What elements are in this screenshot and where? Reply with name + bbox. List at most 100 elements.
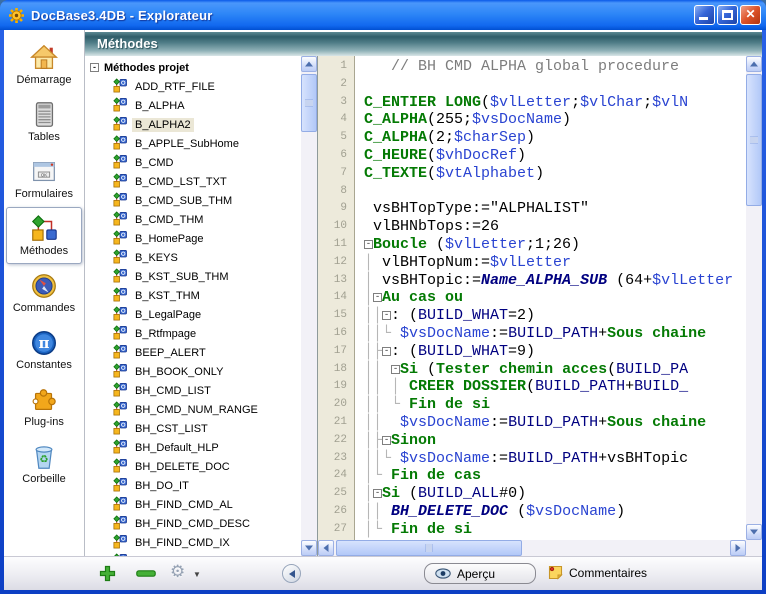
tree-list[interactable]: -Méthodes projetADD_RTF_FILEB_ALPHAB_ALP… <box>86 59 301 556</box>
tree-item[interactable]: B_HomePage <box>86 230 301 249</box>
code-line[interactable]: vsBHTopType:="ALPHALIST" <box>364 200 746 218</box>
fold-toggle-icon[interactable]: - <box>382 436 391 445</box>
code-line[interactable]: C_ENTIER LONG($vlLetter;$vlChar;$vlN <box>364 94 746 112</box>
options-gear-button[interactable]: ⚙ <box>170 562 185 582</box>
code-line[interactable]: ││ └ Fin de si <box>364 396 746 414</box>
maximize-icon <box>722 10 733 20</box>
tree-item[interactable]: B_CMD <box>86 154 301 173</box>
code-line[interactable]: C_HEURE($vhDocRef) <box>364 147 746 165</box>
code-line[interactable]: │ vsBHTopic:=Name_ALPHA_SUB (64+$vlLette… <box>364 272 746 290</box>
code-line[interactable]: │ vlBHTopNum:=$vlLetter <box>364 254 746 272</box>
line-number: 11 <box>318 236 354 254</box>
code-line[interactable]: -Boucle ($vlLetter;1;26) <box>364 236 746 254</box>
tree-item[interactable]: BH_Default_HLP <box>86 439 301 458</box>
code-line[interactable]: ││└ $vsDocName:=BUILD_PATH+Sous chaine <box>364 325 746 343</box>
code-line[interactable]: vlBHNbTops:=26 <box>364 218 746 236</box>
code-line[interactable]: │├-: (BUILD_WHAT=9) <box>364 343 746 361</box>
editor-hscroll-thumb[interactable] <box>336 540 522 556</box>
tree-item[interactable]: BH_FIND_CMD_IX <box>86 534 301 553</box>
code-line[interactable]: │-Si (BUILD_ALL#0) <box>364 485 746 503</box>
sidebar-item-methodes[interactable]: Méthodes <box>6 207 82 264</box>
apercu-button[interactable]: Aperçu <box>424 563 536 584</box>
fold-toggle-icon[interactable]: - <box>373 489 382 498</box>
code-line[interactable] <box>364 183 746 201</box>
code-line[interactable]: // BH CMD ALPHA global procedure <box>364 58 746 76</box>
tree-item[interactable]: B_CMD_LST_TXT <box>86 173 301 192</box>
tree-scroll-thumb[interactable] <box>301 74 317 132</box>
code-line[interactable]: ││ │ CREER DOSSIER(BUILD_PATH+BUILD_ <box>364 378 746 396</box>
tree-item[interactable]: BH_BOOK_ONLY <box>86 363 301 382</box>
tree-item[interactable]: BEEP_ALERT <box>86 344 301 363</box>
sidebar-item-corbeille[interactable]: ♻ Corbeille <box>6 435 82 492</box>
code-line[interactable]: │└ Fin de si <box>364 521 746 539</box>
add-method-button[interactable] <box>99 565 116 582</box>
options-caret-icon[interactable]: ▼ <box>193 570 201 579</box>
fold-toggle-icon[interactable]: - <box>391 365 400 374</box>
commentaires-toggle[interactable]: Commentaires <box>548 565 647 580</box>
code-line[interactable]: │├-Sinon <box>364 432 746 450</box>
tree-item[interactable]: B_ALPHA <box>86 97 301 116</box>
sidebar-item-demarrage[interactable]: Démarrage <box>6 36 82 93</box>
tree-item[interactable]: B_LegalPage <box>86 306 301 325</box>
tree-scrollbar[interactable] <box>301 56 317 556</box>
minimize-button[interactable] <box>694 5 715 25</box>
delete-method-button[interactable] <box>136 570 156 577</box>
editor-scroll-left-button[interactable] <box>318 540 334 556</box>
arrow-up-icon <box>750 62 758 67</box>
tree-item[interactable]: B_Rtfmpage <box>86 325 301 344</box>
tree-item[interactable]: BH_CMD_NUM_RANGE <box>86 401 301 420</box>
code-line[interactable]: ││ BH_DELETE_DOC ($vsDocName) <box>364 503 746 521</box>
fold-toggle-icon[interactable]: - <box>382 347 391 356</box>
collapse-icon[interactable]: - <box>90 63 99 72</box>
tree-item[interactable]: B_KST_THM <box>86 287 301 306</box>
fold-toggle-icon[interactable]: - <box>382 311 391 320</box>
tree-item[interactable]: B_CMD_THM <box>86 211 301 230</box>
maximize-button[interactable] <box>717 5 738 25</box>
tree-root-item[interactable]: -Méthodes projet <box>86 59 301 78</box>
tree-item[interactable]: B_APPLE_SubHome <box>86 135 301 154</box>
tree-item[interactable]: B_KEYS <box>86 249 301 268</box>
navigate-back-button[interactable] <box>282 564 301 583</box>
tree-item[interactable]: BH_DO_IT <box>86 477 301 496</box>
sidebar-item-constantes[interactable]: π Constantes <box>6 321 82 378</box>
tree-item[interactable]: B_CMD_SUB_THM <box>86 192 301 211</box>
code-line[interactable]: │-Au cas ou <box>364 289 746 307</box>
tree-item[interactable]: BH_CST_LIST <box>86 420 301 439</box>
tree-item[interactable]: BH_FIND_CMD_DESC <box>86 515 301 534</box>
sidebar-item-commandes[interactable]: Commandes <box>6 264 82 321</box>
editor-vertical-scrollbar[interactable] <box>746 56 762 540</box>
tree-item[interactable]: B_ALPHA2 <box>86 116 301 135</box>
editor-scroll-down-button[interactable] <box>746 524 762 540</box>
code-line[interactable]: │└ Fin de cas <box>364 467 746 485</box>
code-line[interactable]: ││└ $vsDocName:=BUILD_PATH+vsBHTopic <box>364 450 746 468</box>
editor-scroll-up-button[interactable] <box>746 56 762 72</box>
tree-scroll-up-button[interactable] <box>301 56 317 72</box>
code-line[interactable]: C_ALPHA(255;$vsDocName) <box>364 111 746 129</box>
code-token: BUILD_WHAT <box>418 343 508 360</box>
tree-item[interactable]: BH_CMD_LIST <box>86 382 301 401</box>
code-token: $vlLetter <box>490 254 571 271</box>
tree-item[interactable]: BH_DELETE_DOC <box>86 458 301 477</box>
tree-item[interactable]: ADD_RTF_FILE <box>86 78 301 97</box>
code-line[interactable]: ││-: (BUILD_WHAT=2) <box>364 307 746 325</box>
fold-toggle-icon[interactable]: - <box>364 240 373 249</box>
tree-item[interactable]: B_KST_SUB_THM <box>86 268 301 287</box>
sidebar-item-formulaires[interactable]: OK Formulaires <box>6 150 82 207</box>
code-line[interactable] <box>364 76 746 94</box>
tree-scroll-down-button[interactable] <box>301 540 317 556</box>
title-bar[interactable]: DocBase3.4DB - Explorateur ✕ <box>0 0 766 30</box>
code-line[interactable]: ││ $vsDocName:=BUILD_PATH+Sous chaine <box>364 414 746 432</box>
close-button[interactable]: ✕ <box>740 5 761 25</box>
editor-scroll-right-button[interactable] <box>730 540 746 556</box>
code-line[interactable]: C_ALPHA(2;$charSep) <box>364 129 746 147</box>
code-token: ( <box>427 147 436 164</box>
sidebar-item-tables[interactable]: Tables <box>6 93 82 150</box>
editor-horizontal-scrollbar[interactable] <box>318 540 746 556</box>
code-line[interactable]: C_TEXTE($vtAlphabet) <box>364 165 746 183</box>
sidebar-item-plugins[interactable]: Plug-ins <box>6 378 82 435</box>
fold-toggle-icon[interactable]: - <box>373 293 382 302</box>
code-area[interactable]: // BH CMD ALPHA global procedure C_ENTIER… <box>356 56 746 540</box>
tree-item[interactable]: BH_FIND_CMD_AL <box>86 496 301 515</box>
editor-vscroll-thumb[interactable] <box>746 74 762 206</box>
code-line[interactable]: ││ -Si (Tester chemin acces(BUILD_PA <box>364 361 746 379</box>
